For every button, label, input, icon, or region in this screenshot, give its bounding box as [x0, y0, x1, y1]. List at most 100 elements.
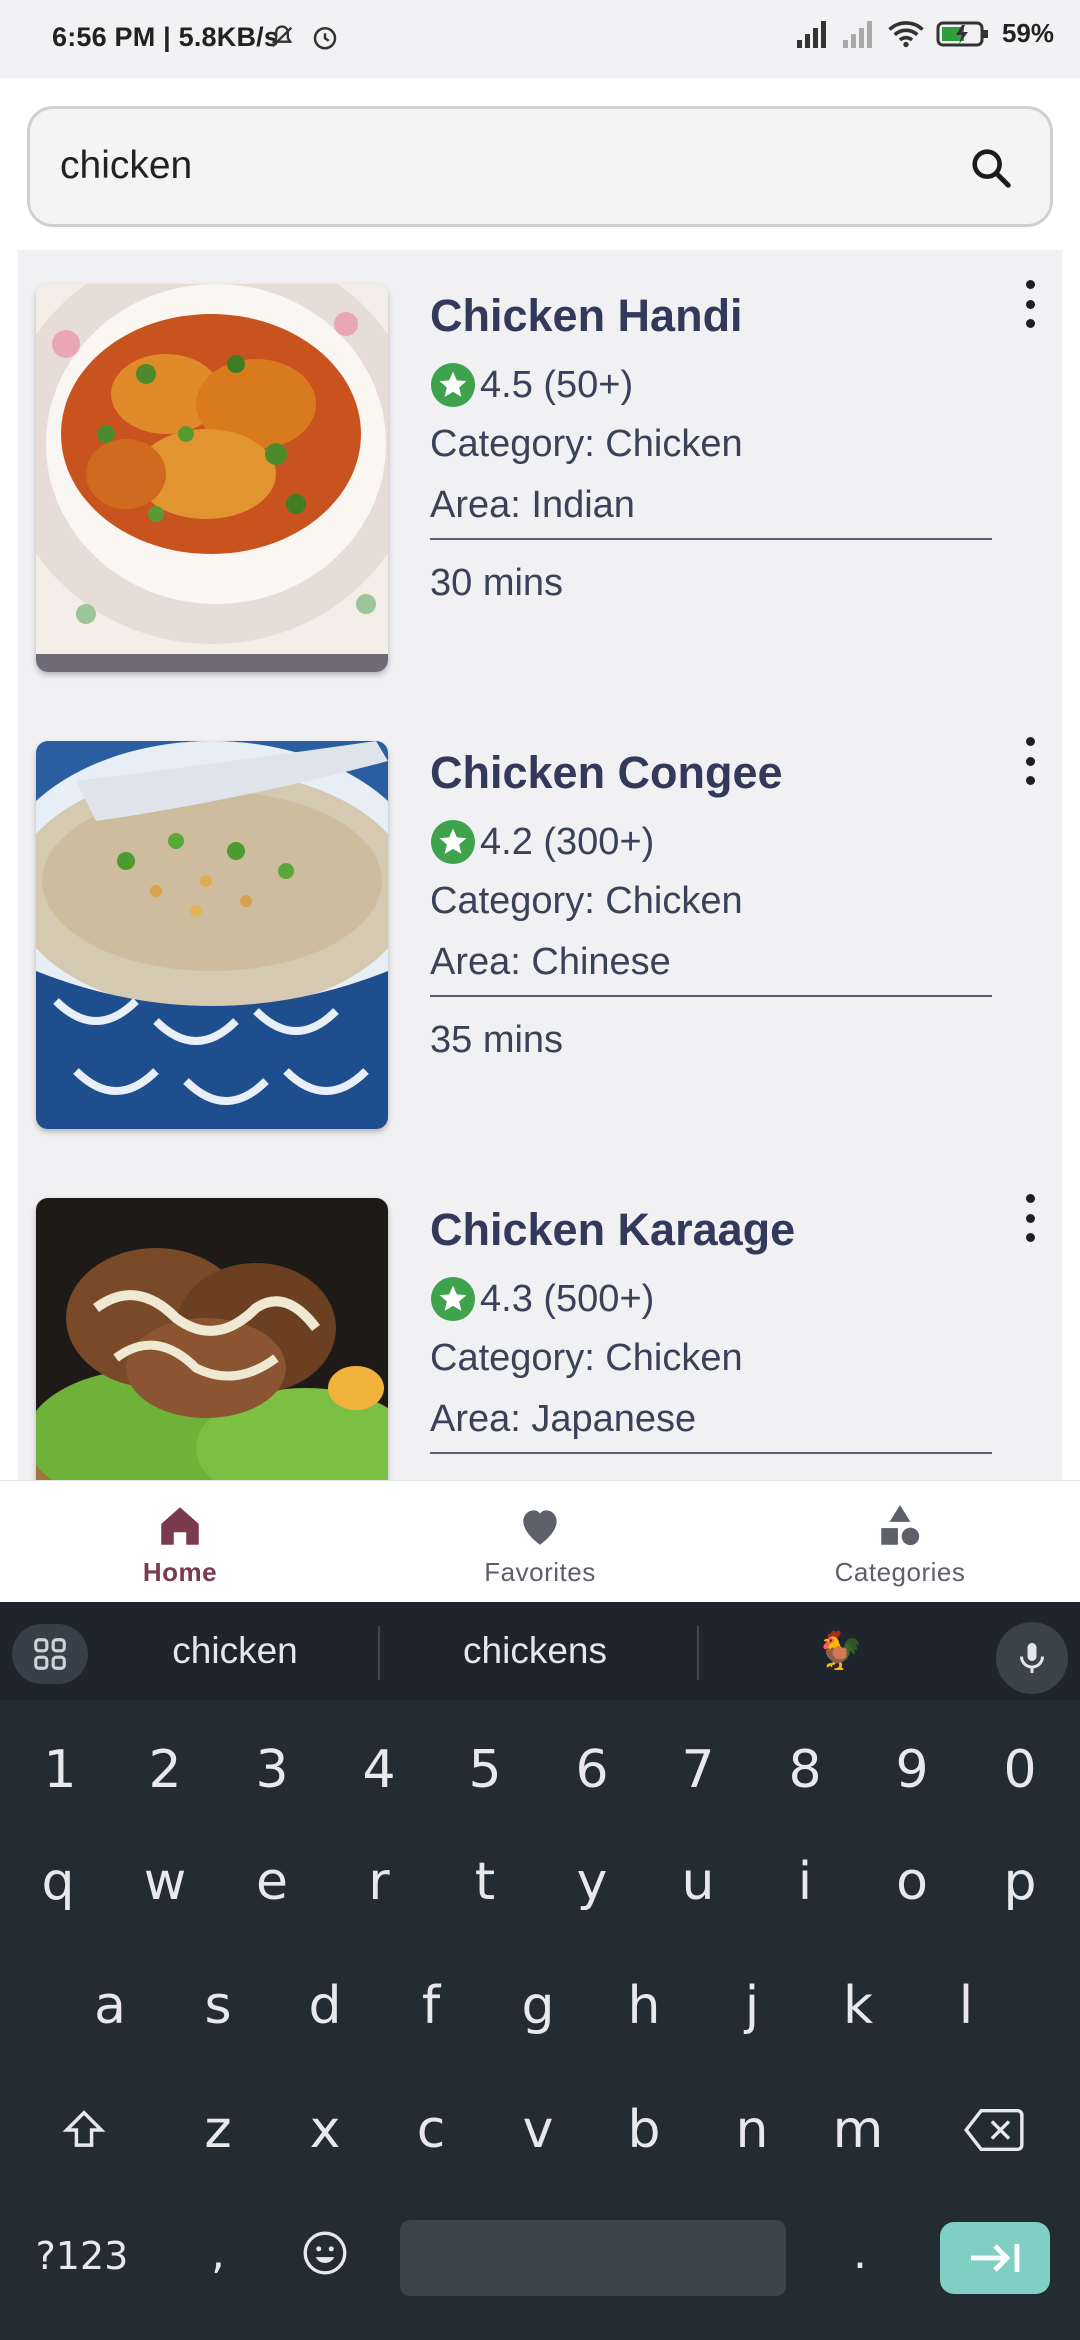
letter-row-1: q w e r t y u i o p [0, 1852, 1080, 1952]
key-2[interactable]: 2 [115, 1740, 215, 1800]
key-h[interactable]: h [594, 1976, 694, 2036]
key-w[interactable]: w [115, 1852, 215, 1912]
key-q[interactable]: q [8, 1852, 108, 1912]
tab-arrow-icon [971, 2244, 1020, 2272]
signal-icon [796, 20, 826, 48]
search-icon[interactable] [968, 145, 1014, 191]
key-d[interactable]: d [275, 1976, 375, 2036]
space-key[interactable] [400, 2220, 786, 2296]
letter-row-2: a s d f g h j k l [0, 1976, 1080, 2076]
status-bar: 6:56 PM | 5.8KB/s 59% [0, 0, 1080, 78]
recipe-image[interactable] [36, 284, 388, 672]
signal-2-icon [842, 20, 872, 48]
key-c[interactable]: c [381, 2100, 481, 2160]
key-4[interactable]: 4 [329, 1740, 429, 1800]
microphone-icon[interactable] [996, 1622, 1068, 1694]
recipe-title: Chicken Karaage [430, 1204, 796, 1255]
recipe-card[interactable]: Chicken Congee 4.2 (300+) Category: Chic… [18, 707, 1062, 1147]
suggestion-emoji[interactable]: 🐓 [760, 1630, 920, 1673]
letter-row-3: z x c v b n m [0, 2100, 1080, 2200]
recipe-image[interactable] [36, 741, 388, 1129]
recipe-card[interactable]: Chicken Karaage 4.3 (500+) Category: Chi… [18, 1164, 1062, 1480]
key-5[interactable]: 5 [435, 1740, 535, 1800]
recipe-list[interactable]: Chicken Handi 4.5 (50+) Category: Chicke… [18, 250, 1062, 1480]
recipe-time: 35 mins [430, 1019, 564, 1061]
search-input[interactable] [60, 134, 940, 198]
battery-icon [936, 21, 988, 46]
key-7[interactable]: 7 [648, 1740, 748, 1800]
key-g[interactable]: g [488, 1976, 588, 2036]
key-y[interactable]: y [542, 1852, 642, 1912]
key-k[interactable]: k [808, 1976, 908, 2036]
key-z[interactable]: z [168, 2100, 268, 2160]
number-row: 1 2 3 4 5 6 7 8 9 0 [0, 1740, 1080, 1840]
alarm-icon [313, 27, 337, 50]
bottom-navigation: Home Favorites Categories [0, 1480, 1080, 1602]
nav-favorites-label: Favorites [484, 1557, 596, 1587]
suggestion-2[interactable]: chickens [420, 1630, 650, 1672]
key-l[interactable]: l [916, 1976, 1016, 2036]
shift-key[interactable] [34, 2104, 134, 2169]
key-p[interactable]: p [970, 1852, 1070, 1912]
key-j[interactable]: j [702, 1976, 802, 2036]
comma-key[interactable]: , [168, 2228, 268, 2279]
nav-home-label: Home [142, 1557, 218, 1587]
key-1[interactable]: 1 [10, 1740, 110, 1800]
key-r[interactable]: r [329, 1852, 429, 1912]
status-time: 6:56 PM | 5.8KB/s [52, 22, 280, 52]
star-badge-icon [430, 362, 476, 408]
key-3[interactable]: 3 [222, 1740, 322, 1800]
key-v[interactable]: v [488, 2100, 588, 2160]
key-t[interactable]: t [435, 1852, 535, 1912]
key-f[interactable]: f [381, 1976, 481, 2036]
mute-bell-icon [271, 25, 293, 48]
recipe-category: Category: Chicken [430, 1337, 743, 1379]
emoji-key[interactable] [275, 2228, 375, 2291]
nav-home[interactable]: Home [0, 1481, 360, 1603]
categories-icon [881, 1505, 920, 1546]
suggestion-1[interactable]: chicken [120, 1630, 350, 1672]
backspace-key[interactable] [944, 2106, 1044, 2167]
key-x[interactable]: x [275, 2100, 375, 2160]
emoji-icon [303, 2231, 347, 2275]
more-options-icon[interactable] [1010, 737, 1050, 785]
nav-categories[interactable]: Categories [720, 1481, 1080, 1603]
recipe-info: Chicken Karaage 4.3 (500+) Category: Chi… [430, 1204, 1010, 1454]
key-u[interactable]: u [648, 1852, 748, 1912]
key-8[interactable]: 8 [755, 1740, 855, 1800]
key-6[interactable]: 6 [542, 1740, 642, 1800]
key-a[interactable]: a [60, 1976, 160, 2036]
recipe-card[interactable]: Chicken Handi 4.5 (50+) Category: Chicke… [18, 250, 1062, 690]
home-icon [161, 1507, 199, 1545]
suggestion-divider [697, 1626, 699, 1680]
recipe-image[interactable] [36, 1198, 388, 1480]
shift-icon [62, 2110, 106, 2147]
key-9[interactable]: 9 [862, 1740, 962, 1800]
heart-icon [523, 1510, 557, 1545]
period-key[interactable]: . [810, 2228, 910, 2279]
key-b[interactable]: b [594, 2100, 694, 2160]
key-e[interactable]: e [222, 1852, 322, 1912]
apps-grid-icon[interactable] [12, 1624, 88, 1684]
key-s[interactable]: s [168, 1976, 268, 2036]
battery-percent: 59% [1001, 18, 1054, 48]
star-badge-icon [430, 1276, 476, 1322]
divider [430, 538, 992, 540]
nav-categories-label: Categories [834, 1557, 966, 1587]
symbols-key[interactable]: ?123 [22, 2234, 142, 2278]
recipe-title: Chicken Handi [430, 290, 743, 341]
enter-key[interactable] [940, 2222, 1050, 2294]
recipe-info: Chicken Handi 4.5 (50+) Category: Chicke… [430, 290, 1010, 605]
more-options-icon[interactable] [1010, 280, 1050, 328]
suggestion-strip: chicken chickens 🐓 [0, 1602, 1080, 1700]
more-options-icon[interactable] [1010, 1194, 1050, 1242]
nav-favorites[interactable]: Favorites [360, 1481, 720, 1603]
key-0[interactable]: 0 [970, 1740, 1070, 1800]
recipe-rating: 4.5 (50+) [430, 356, 1010, 414]
key-m[interactable]: m [808, 2100, 908, 2160]
search-bar[interactable] [27, 106, 1053, 227]
recipe-time: 30 mins [430, 562, 564, 604]
key-o[interactable]: o [862, 1852, 962, 1912]
key-i[interactable]: i [755, 1852, 855, 1912]
key-n[interactable]: n [702, 2100, 802, 2160]
